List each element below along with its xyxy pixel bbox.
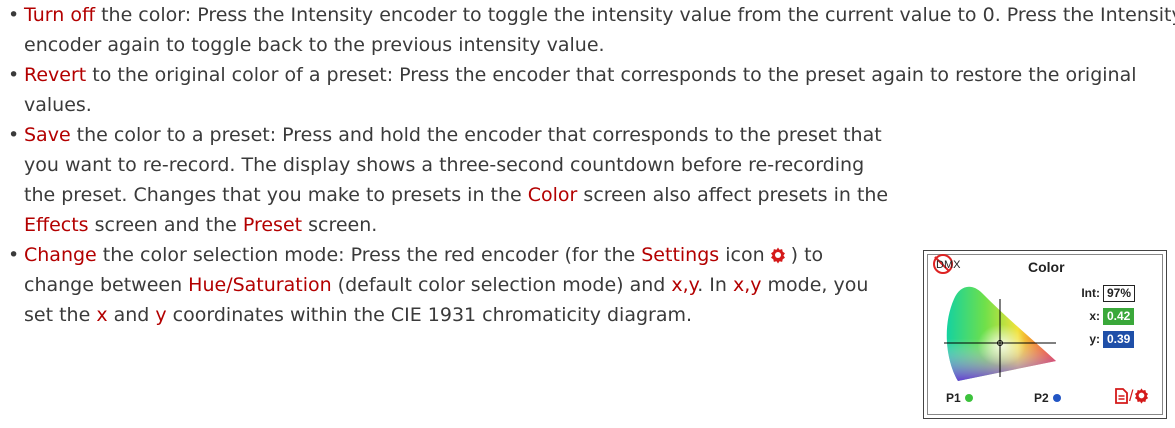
bullet-text: to the original color of a preset: Press…: [24, 64, 1137, 116]
document-icon: [1115, 388, 1128, 404]
bullet-text: . In: [697, 274, 733, 296]
keyword-change: Change: [24, 244, 97, 266]
x-readout: x: 0.42: [1080, 308, 1135, 325]
bullet-text: the color selection mode: Press the red …: [96, 244, 642, 266]
keyword-revert: Revert: [24, 64, 87, 86]
list-item: • Save the color to a preset: Press and h…: [8, 124, 889, 236]
preset-p2: P2: [1034, 391, 1061, 405]
bullet-text: and: [107, 304, 156, 326]
keyword-xy: x,y: [671, 274, 698, 296]
keyword-xy-mode: x,y: [732, 274, 762, 296]
x-value: 0.42: [1103, 308, 1135, 325]
keyword-hue-saturation: Hue/Saturation: [188, 274, 332, 296]
keyword-x: x: [96, 304, 108, 326]
keyword-preset: Preset: [242, 214, 303, 236]
bullet-text: the color: Press the Intensity encoder t…: [24, 4, 1175, 56]
keyword-effects: Effects: [24, 214, 89, 236]
keyword-y: y: [155, 304, 167, 326]
preset-p1: P1: [946, 391, 973, 405]
gear-icon: [1135, 388, 1149, 404]
bullet-text: coordinates within the CIE 1931 chromati…: [166, 304, 693, 326]
bullet-text: (default color selection mode) and: [331, 274, 672, 296]
intensity-value: 97%: [1103, 285, 1136, 302]
list-item: • Turn off the color: Press the Intensity…: [8, 0, 1175, 60]
keyword-save: Save: [24, 124, 71, 146]
color-screen-display: DMX Color Int: 97% x: 0.42 y: 0.39 P1 P2…: [923, 250, 1167, 419]
y-readout: y: 0.39: [1080, 331, 1135, 348]
list-item: • Change the color selection mode: Press …: [8, 244, 869, 326]
intensity-readout: Int: 97%: [1080, 285, 1136, 302]
p1-color-dot: [964, 394, 973, 402]
bullet-text: screen and the: [88, 214, 243, 236]
bullet-text: screen.: [302, 214, 378, 236]
p2-color-dot: [1052, 394, 1061, 402]
screen-title: Color: [1028, 259, 1065, 275]
cie-chromaticity-diagram: [944, 286, 1056, 381]
keyword-turn-off: Turn off: [24, 4, 96, 26]
bullet-text: icon: [719, 244, 765, 266]
dmx-label: DMX: [936, 259, 961, 271]
bullet-text: screen also affect presets in the: [577, 184, 889, 206]
list-item: • Revert to the original color of a prese…: [8, 64, 1137, 116]
keyword-settings: Settings: [641, 244, 720, 266]
gear-icon: [770, 247, 785, 264]
y-value: 0.39: [1103, 331, 1135, 348]
settings-icons: /: [1114, 387, 1150, 406]
keyword-color: Color: [527, 184, 578, 206]
